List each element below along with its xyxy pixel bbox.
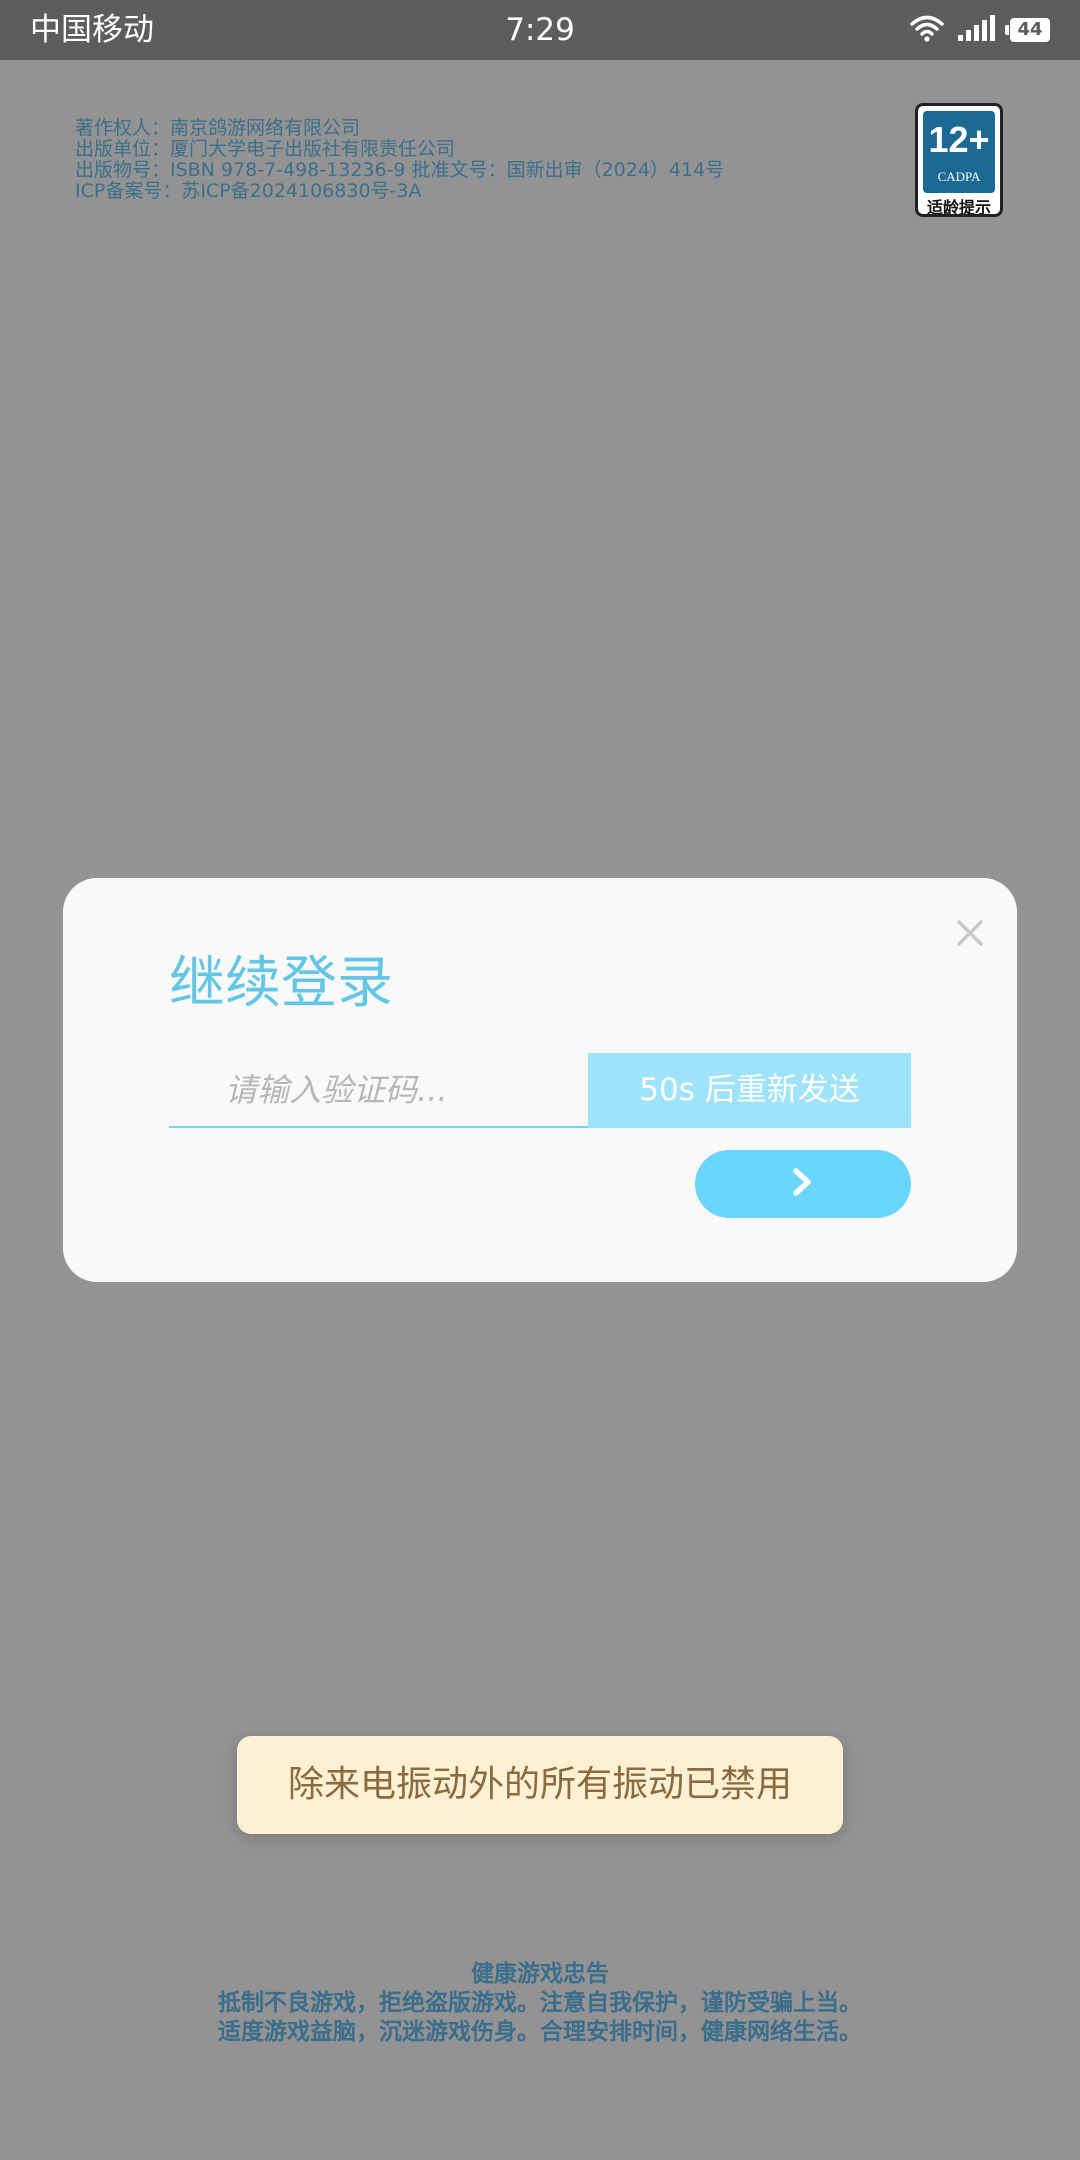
login-dialog: 继续登录 50s 后重新发送 [63,878,1017,1282]
health-notice-title: 健康游戏忠告 [471,1961,609,1987]
battery-icon: 44 [1005,18,1050,42]
battery-level: 44 [1017,19,1043,40]
age-caption: 适龄提示 [926,198,991,217]
health-notice: 健康游戏忠告 抵制不良游戏，拒绝盗版游戏。注意自我保护，谨防受骗上当。 适度游戏… [0,1960,1080,2047]
resend-code-button[interactable]: 50s 后重新发送 [588,1053,911,1128]
health-notice-line1: 抵制不良游戏，拒绝盗版游戏。注意自我保护，谨防受骗上当。 [218,1990,862,2016]
status-bar: 中国移动 7:29 44 [0,0,1080,60]
age-rating-icon: 12+ CADPA [923,111,995,193]
publisher: 出版单位：厦门大学电子出版社有限责任公司 [75,138,456,160]
close-icon [957,910,983,956]
chevron-right-icon [791,1167,815,1201]
rating-org: CADPA [937,169,981,184]
submit-button[interactable] [695,1150,911,1218]
status-icons: 44 [910,0,1050,60]
close-button[interactable] [945,908,995,958]
wifi-icon [910,14,944,46]
dialog-title: 继续登录 [169,951,393,1016]
verification-code-input[interactable] [169,1054,588,1128]
copyright-holder: 著作权人：南京鸽游网络有限公司 [75,117,361,139]
publication-number: 出版物号：ISBN 978-7-498-13236-9 批准文号：国新出审（20… [75,159,725,181]
legal-info: 著作权人：南京鸽游网络有限公司 出版单位：厦门大学电子出版社有限责任公司 出版物… [75,118,724,202]
age-rating: 12+ [928,119,990,160]
signal-icon [958,15,996,45]
icp-number: ICP备案号：苏ICP备2024106830号-3A [75,180,422,202]
health-notice-line2: 适度游戏益脑，沉迷游戏伤身。合理安排时间，健康网络生活。 [218,2019,862,2045]
vibration-toast: 除来电振动外的所有振动已禁用 [237,1736,843,1834]
age-rating-badge: 12+ CADPA 适龄提示 [915,103,1003,217]
